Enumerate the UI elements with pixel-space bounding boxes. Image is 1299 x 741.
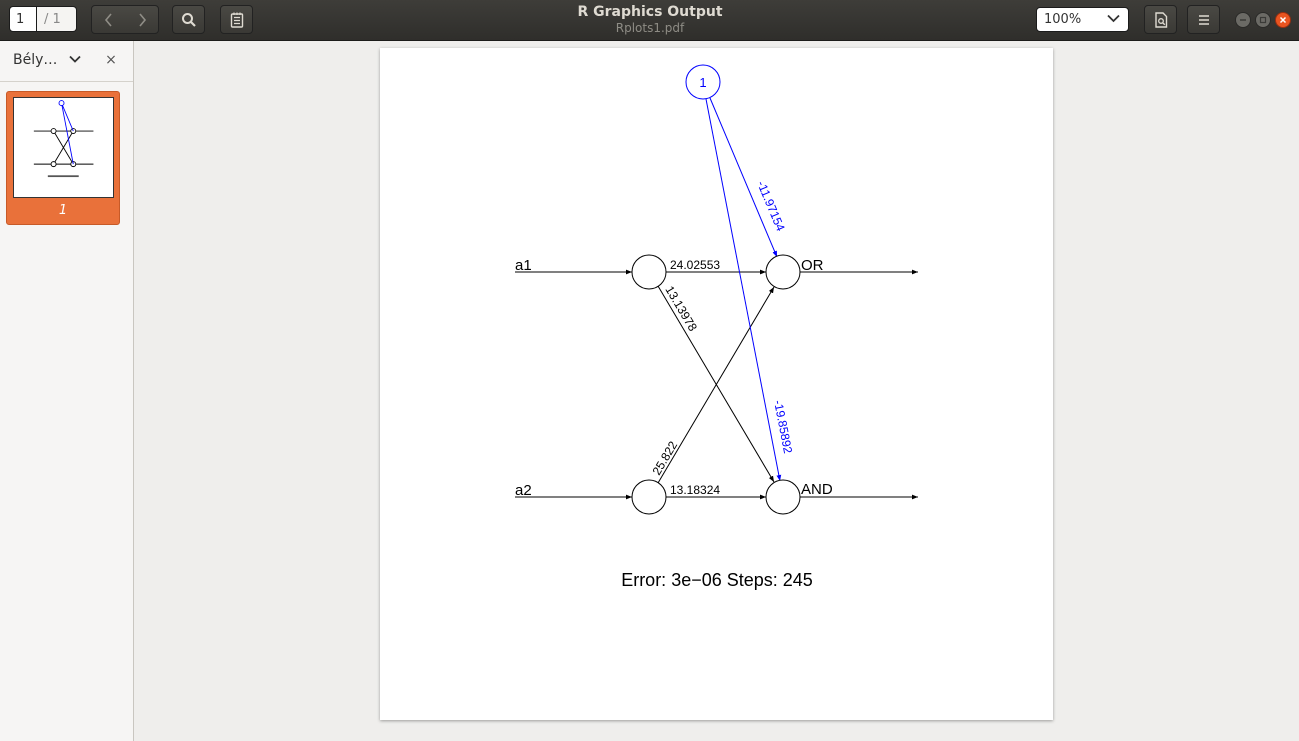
previous-page-button[interactable] — [92, 6, 125, 33]
weight-a2-and: 13.18324 — [670, 483, 720, 497]
sidebar: Bély… × 1 — [0, 41, 134, 741]
weight-bias-and: -19.85892 — [771, 399, 795, 455]
main-menu-button[interactable] — [1187, 5, 1220, 34]
search-icon — [181, 12, 196, 27]
output-label-or: OR — [801, 257, 824, 274]
sidebar-mode-selector[interactable]: Bély… — [13, 52, 57, 68]
header-bar: 1 / 1 R Graphics Output Rplots1.pdf 100% — [0, 0, 1299, 41]
chevron-left-icon — [104, 12, 112, 27]
page-number-input[interactable]: 1 — [9, 6, 37, 32]
input-label-a1: a1 — [515, 257, 532, 274]
window-title: R Graphics Output — [577, 4, 723, 20]
hidden-node-a1 — [631, 254, 667, 290]
close-window-button[interactable] — [1275, 12, 1291, 28]
document-properties-button[interactable] — [1144, 5, 1177, 34]
chevron-right-icon — [138, 12, 146, 27]
page-count: / 1 — [37, 6, 77, 32]
zoom-value: 100% — [1044, 12, 1082, 27]
sidebar-close-button[interactable]: × — [104, 51, 118, 69]
maximize-icon — [1259, 16, 1267, 24]
error-steps-footer: Error: 3e−06 Steps: 245 — [621, 570, 813, 590]
weight-a2-or: 25.822 — [650, 439, 681, 478]
neural-network-plot: 1 a1 a2 OR AND 24.02553 13.18324 13.1397… — [515, 64, 918, 590]
minimize-button[interactable] — [1235, 12, 1251, 28]
output-node-or — [765, 254, 801, 290]
input-label-a2: a2 — [515, 482, 532, 499]
zoom-select[interactable]: 100% — [1036, 7, 1129, 32]
output-node-and — [765, 479, 801, 515]
page-thumbnail[interactable]: 1 — [6, 91, 120, 225]
document-icon — [1154, 11, 1167, 28]
thumbnail-page-label: 1 — [58, 203, 68, 218]
chevron-down-icon[interactable] — [69, 55, 81, 64]
weight-a1-and: 13.13978 — [662, 283, 700, 333]
document-view[interactable]: 1 a1 a2 OR AND 24.02553 13.18324 13.1397… — [134, 41, 1299, 741]
sidebar-header: Bély… × — [0, 41, 133, 82]
hidden-node-a2 — [631, 479, 667, 515]
maximize-button[interactable] — [1255, 12, 1271, 28]
output-label-and: AND — [801, 481, 833, 498]
close-icon — [1279, 16, 1287, 24]
chevron-down-icon — [1107, 14, 1120, 23]
hamburger-menu-icon — [1198, 14, 1209, 25]
search-button[interactable] — [172, 5, 205, 34]
annotations-button[interactable] — [220, 5, 253, 34]
thumbnail-preview — [13, 97, 114, 198]
notepad-icon — [230, 12, 243, 28]
weight-bias-or: -11.97154 — [754, 179, 788, 234]
window-subtitle: Rplots1.pdf — [615, 21, 685, 35]
edge-bias-or — [709, 97, 778, 258]
thumbnail-graph — [33, 100, 94, 178]
window-title-area: R Graphics Output Rplots1.pdf — [450, 4, 850, 36]
next-page-button[interactable] — [125, 6, 158, 33]
page-navigation — [91, 5, 159, 34]
pdf-page: 1 a1 a2 OR AND 24.02553 13.18324 13.1397… — [380, 48, 1053, 720]
bias-node-label: 1 — [699, 75, 706, 90]
minimize-icon — [1240, 19, 1246, 21]
edge-bias-and — [705, 98, 782, 482]
weight-a1-or: 24.02553 — [670, 258, 720, 272]
